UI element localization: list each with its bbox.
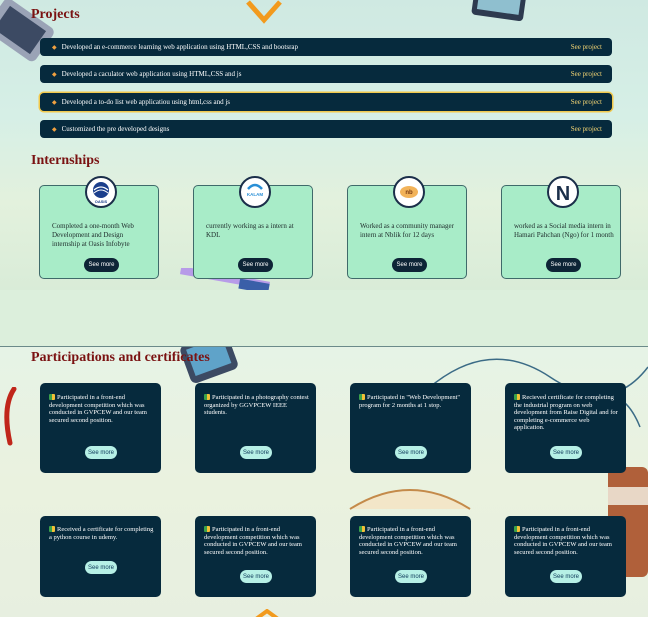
certificates-title: Participations and certificates xyxy=(31,350,210,365)
section-spacer xyxy=(0,290,648,346)
bullet-icon: ◆ xyxy=(52,44,57,51)
certificate-description: Participated in a front-end development … xyxy=(204,526,302,556)
certificate-card: Participated in "Web Development" progra… xyxy=(350,383,471,473)
project-description: Developed a caculator web application us… xyxy=(61,70,242,78)
internship-description: Completed a one-month Web Development an… xyxy=(52,222,134,248)
internship-card: N worked as a Social media intern in Ham… xyxy=(501,176,621,279)
bullet-icon: ◆ xyxy=(52,71,57,78)
certificate-description: Recieved certificate for completing the … xyxy=(514,394,618,432)
internships-title: Internships xyxy=(31,153,100,168)
bullet-icon: ◆ xyxy=(52,126,57,133)
nblik-logo-icon: nb xyxy=(400,186,418,198)
internship-card: OASIS Completed a one-month Web Developm… xyxy=(39,176,159,279)
certificate-description: Participated in a front-end development … xyxy=(514,526,612,556)
certificate-icon xyxy=(204,394,210,400)
bullet-icon: ◆ xyxy=(52,99,57,106)
certificate-icon xyxy=(204,526,210,532)
certificate-icon xyxy=(514,526,520,532)
see-more-button[interactable]: See more xyxy=(550,570,582,583)
project-row: ◆ Developed a caculator web application … xyxy=(40,65,612,83)
see-more-button[interactable]: See more xyxy=(550,446,582,459)
project-row: ◆ Customized the pre developed designs S… xyxy=(40,120,612,138)
kdl-logo-icon: KALAM xyxy=(247,183,263,197)
project-row: ◆ Developed a to-do list web applicatiou… xyxy=(40,93,612,111)
nblik-logo: nb xyxy=(393,176,425,208)
see-more-button[interactable]: See more xyxy=(395,446,427,459)
see-more-button[interactable]: See more xyxy=(240,446,272,459)
internship-description: Worked as a community manager intern at … xyxy=(360,222,454,239)
certificate-icon xyxy=(359,394,365,400)
chevron-decoration-icon xyxy=(246,0,282,24)
kdl-logo: KALAM xyxy=(239,176,271,208)
internship-description: worked as a Social media intern in Hamar… xyxy=(514,222,614,239)
oasis-logo-icon: OASIS xyxy=(93,182,109,204)
certificate-description: Received a certificate for completing a … xyxy=(49,526,154,541)
certificate-description: Participated in "Web Development" progra… xyxy=(359,394,461,409)
book-illustration-icon xyxy=(349,489,471,510)
certificate-icon xyxy=(514,394,520,400)
certificate-card: Participated in a photography contest or… xyxy=(195,383,316,473)
certificate-card: Participated in a front-end development … xyxy=(195,516,316,597)
see-more-button[interactable]: See more xyxy=(395,570,427,583)
project-description: Developed a to-do list web applicatiou u… xyxy=(61,98,230,106)
certificate-description: Participated in a front-end development … xyxy=(49,394,147,424)
see-project-link[interactable]: See project xyxy=(571,70,602,78)
hamari-pahchan-logo: N xyxy=(547,176,579,208)
oasis-logo: OASIS xyxy=(85,176,117,208)
see-more-button[interactable]: See more xyxy=(84,258,119,272)
see-project-link[interactable]: See project xyxy=(571,98,602,106)
svg-text:nb: nb xyxy=(405,190,413,196)
certificate-description: Participated in a front-end development … xyxy=(359,526,457,556)
certificate-description: Participated in a photography contest or… xyxy=(204,394,309,417)
internship-card: nb Worked as a community manager intern … xyxy=(347,176,467,279)
projects-internships-section: Projects ◆ Developed an e-commerce learn… xyxy=(0,0,648,290)
project-row: ◆ Developed an e-commerce learning web a… xyxy=(40,38,612,56)
see-more-button[interactable]: See more xyxy=(392,258,427,272)
certificate-card: Participated in a front-end development … xyxy=(40,383,161,473)
certificate-card: Participated in a front-end development … xyxy=(505,516,626,597)
internship-description: currently working as a intern at KDL xyxy=(206,222,294,239)
see-more-button[interactable]: See more xyxy=(238,258,273,272)
certificate-card: Participated in a front-end development … xyxy=(350,516,471,597)
hamari-pahchan-logo-icon: N xyxy=(556,183,570,205)
certificates-section: Participations and certificates Particip… xyxy=(0,346,648,617)
project-description: Developed an e-commerce learning web app… xyxy=(61,43,299,51)
see-more-button[interactable]: See more xyxy=(546,258,581,272)
certificate-icon xyxy=(49,394,55,400)
certificate-card: Recieved certificate for completing the … xyxy=(505,383,626,473)
internship-card: KALAM currently working as a intern at K… xyxy=(193,176,313,279)
see-more-button[interactable]: See more xyxy=(85,446,117,459)
tablet-illustration-icon xyxy=(471,0,526,22)
svg-text:KALAM: KALAM xyxy=(247,192,263,197)
certificate-icon xyxy=(359,526,365,532)
projects-title: Projects xyxy=(31,7,80,22)
certificate-card: Received a certificate for completing a … xyxy=(40,516,161,597)
see-project-link[interactable]: See project xyxy=(571,125,602,133)
svg-text:OASIS: OASIS xyxy=(95,199,108,204)
see-project-link[interactable]: See project xyxy=(571,43,602,51)
certificate-icon xyxy=(49,526,55,532)
svg-text:N: N xyxy=(556,183,570,205)
project-description: Customized the pre developed designs xyxy=(61,125,170,133)
see-more-button[interactable]: See more xyxy=(85,561,117,574)
see-more-button[interactable]: See more xyxy=(240,570,272,583)
chili-decoration-icon xyxy=(4,387,17,446)
